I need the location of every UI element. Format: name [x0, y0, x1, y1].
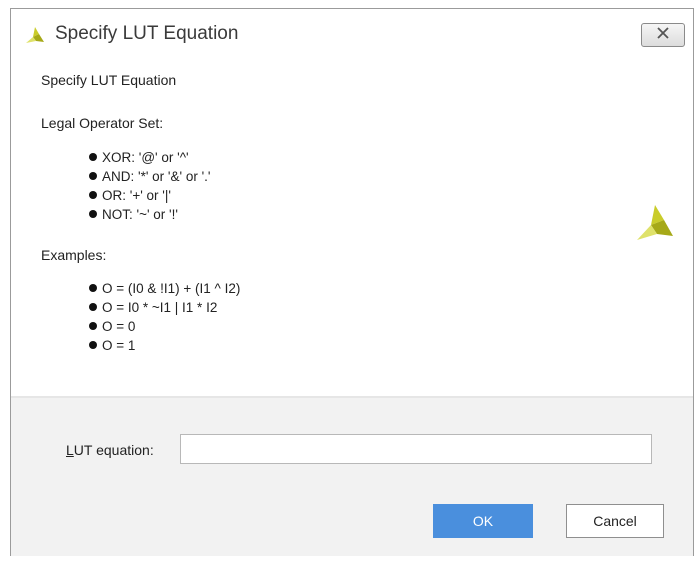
list-item: O = 1 — [89, 336, 240, 355]
list-item: OR: '+' or '|' — [89, 186, 211, 205]
list-item: O = (I0 & !I1) + (I1 ^ I2) — [89, 279, 240, 298]
form-panel: LUT equation: OK Cancel — [11, 398, 693, 556]
ok-button[interactable]: OK — [433, 504, 533, 538]
close-button[interactable] — [641, 23, 685, 47]
close-icon — [656, 26, 670, 44]
brand-logo-icon — [635, 203, 675, 243]
examples-label: Examples: — [41, 247, 107, 263]
cancel-button[interactable]: Cancel — [566, 504, 664, 538]
lut-equation-label: LUT equation: — [66, 442, 154, 458]
description-panel: Specify LUT Equation Legal Operator Set:… — [11, 61, 693, 396]
app-logo-icon — [25, 25, 45, 45]
bullet-icon — [89, 172, 97, 180]
lut-equation-input[interactable] — [180, 434, 652, 464]
bullet-icon — [89, 153, 97, 161]
bullet-icon — [89, 322, 97, 330]
examples-list: O = (I0 & !I1) + (I1 ^ I2) O = I0 * ~I1 … — [89, 279, 240, 355]
bullet-icon — [89, 284, 97, 292]
lut-equation-dialog: Specify LUT Equation Specify LUT Equatio… — [10, 8, 694, 556]
operators-list: XOR: '@' or '^' AND: '*' or '&' or '.' O… — [89, 148, 211, 224]
title-bar[interactable]: Specify LUT Equation — [11, 9, 693, 61]
list-item: AND: '*' or '&' or '.' — [89, 167, 211, 186]
window-title: Specify LUT Equation — [55, 23, 239, 44]
dialog-heading: Specify LUT Equation — [41, 72, 177, 88]
bullet-icon — [89, 210, 97, 218]
list-item: O = I0 * ~I1 | I1 * I2 — [89, 298, 240, 317]
bullet-icon — [89, 341, 97, 349]
list-item: XOR: '@' or '^' — [89, 148, 211, 167]
list-item: NOT: '~' or '!' — [89, 205, 211, 224]
operators-label: Legal Operator Set: — [41, 115, 164, 131]
bullet-icon — [89, 191, 97, 199]
list-item: O = 0 — [89, 317, 240, 336]
bullet-icon — [89, 303, 97, 311]
